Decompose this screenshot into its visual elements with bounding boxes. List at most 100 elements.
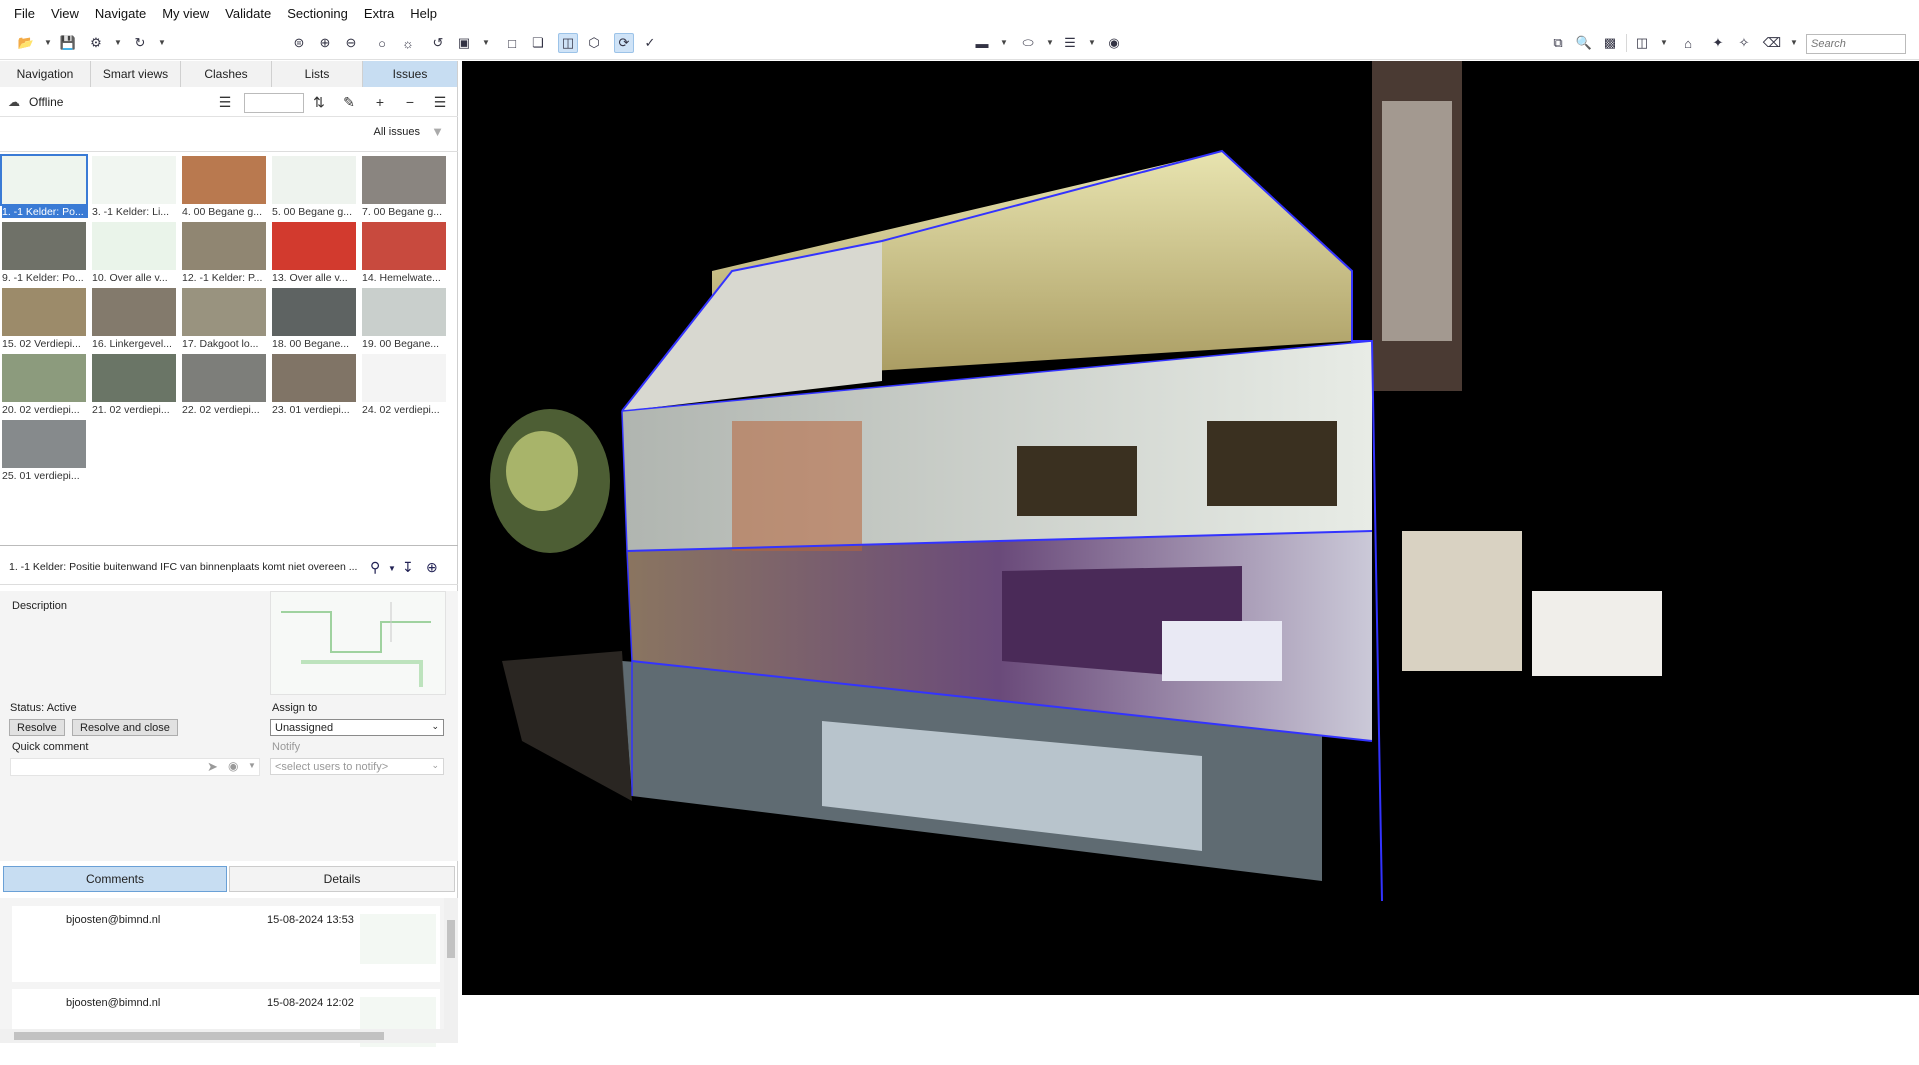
plus-icon[interactable]: + (371, 93, 389, 111)
issue-thumb[interactable]: 14. Hemelwate... (360, 220, 448, 284)
cube-icon[interactable]: ⬡ (584, 33, 604, 53)
menu-extra[interactable]: Extra (364, 6, 394, 21)
list-icon[interactable]: ☰ (216, 93, 234, 111)
camera-icon[interactable]: ◉ (228, 759, 238, 773)
chevron-down-icon[interactable]: ▼ (248, 761, 256, 770)
quick-comment-input[interactable] (10, 758, 260, 776)
camera-view-icon[interactable]: ▣ (454, 33, 474, 53)
copy-box-icon[interactable]: ❏ (528, 33, 548, 53)
save-icon[interactable]: 💾 (58, 33, 78, 53)
open-icon[interactable]: 📂 (16, 33, 36, 53)
issue-thumb[interactable]: 13. Over alle v... (270, 220, 358, 284)
issue-number-input[interactable] (244, 93, 304, 113)
issue-thumb[interactable]: 15. 02 Verdiepi... (0, 286, 88, 350)
sun-icon[interactable]: ☼ (398, 33, 418, 53)
zoom-fit-icon[interactable]: ⊜ (289, 33, 309, 53)
comment-item[interactable]: bjoosten@bimnd.nl 15-08-2024 13:53 (12, 906, 440, 982)
comments-vertical-scrollbar[interactable] (444, 898, 458, 1043)
chevron-down-icon[interactable]: ▼ (1000, 38, 1008, 47)
fullscreen-icon[interactable]: ⧉ (1548, 33, 1568, 53)
undo-icon[interactable]: ↺ (428, 33, 448, 53)
issue-thumb[interactable]: 20. 02 verdiepi... (0, 352, 88, 416)
issue-thumb[interactable]: 9. -1 Kelder: Po... (0, 220, 88, 284)
description-field[interactable] (10, 611, 268, 701)
sort-icon[interactable]: ⇅ (310, 93, 328, 111)
tab-issues[interactable]: Issues (363, 61, 458, 87)
issue-thumb[interactable]: 24. 02 verdiepi... (360, 352, 448, 416)
sync-icon[interactable]: ↻ (130, 33, 150, 53)
markup-icon[interactable]: ✧ (1734, 33, 1754, 53)
pencil-icon[interactable]: ✎ (340, 93, 358, 111)
chevron-down-icon[interactable]: ▼ (388, 564, 396, 573)
rotate-icon[interactable]: ⟳ (614, 33, 634, 53)
issue-thumb[interactable]: 23. 01 verdiepi... (270, 352, 358, 416)
chevron-down-icon[interactable]: ▼ (158, 38, 166, 47)
box-select-icon[interactable]: □ (502, 33, 522, 53)
issue-thumb[interactable]: 17. Dakgoot lo... (180, 286, 268, 350)
chevron-down-icon[interactable]: ▼ (44, 38, 52, 47)
menu-file[interactable]: File (14, 6, 35, 21)
issue-thumb[interactable]: 22. 02 verdiepi... (180, 352, 268, 416)
menu-navigate[interactable]: Navigate (95, 6, 146, 21)
hamburger-icon[interactable]: ☰ (431, 93, 449, 111)
chevron-down-icon[interactable]: ▼ (1046, 38, 1054, 47)
issue-thumb[interactable]: 7. 00 Begane g... (360, 154, 448, 218)
issue-thumb[interactable]: 3. -1 Kelder: Li... (90, 154, 178, 218)
chevron-down-icon[interactable]: ▼ (114, 38, 122, 47)
add-issue-icon[interactable]: ✦ (1708, 33, 1728, 53)
search-input[interactable] (1806, 34, 1906, 54)
resolve-button[interactable]: Resolve (9, 719, 65, 736)
comments-horizontal-scrollbar[interactable] (0, 1029, 444, 1043)
tab-comments[interactable]: Comments (3, 866, 227, 892)
menu-help[interactable]: Help (410, 6, 437, 21)
3d-viewport[interactable] (462, 61, 1919, 995)
zoom-in-icon[interactable]: ⊕ (315, 33, 335, 53)
issue-thumb[interactable]: 19. 00 Begane... (360, 286, 448, 350)
issue-thumb[interactable]: 25. 01 verdiepi... (0, 418, 88, 482)
eraser-icon[interactable]: ⌫ (1762, 33, 1782, 53)
chevron-down-icon[interactable]: ▼ (482, 38, 490, 47)
zoom-selection-icon[interactable]: ▩ (1600, 33, 1620, 53)
menu-view[interactable]: View (51, 6, 79, 21)
search-icon[interactable]: ⚲ (370, 559, 380, 576)
comment-snapshot[interactable] (360, 914, 436, 964)
measure-icon[interactable]: ▬ (972, 33, 992, 53)
panel-icon[interactable]: ◫ (1632, 33, 1652, 53)
comment-item[interactable]: bjoosten@bimnd.nl 15-08-2024 12:02 (12, 989, 440, 1065)
send-icon[interactable]: ➤ (207, 759, 218, 775)
chevron-down-icon[interactable]: ▼ (1088, 38, 1096, 47)
layers-icon[interactable]: ☰ (1060, 33, 1080, 53)
issue-thumb[interactable]: 10. Over alle v... (90, 220, 178, 284)
sort-icon[interactable]: ↧ (402, 559, 414, 576)
connect-icon[interactable]: ⚙ (86, 33, 106, 53)
issue-thumb[interactable]: 5. 00 Begane g... (270, 154, 358, 218)
walk-icon[interactable]: ✓ (640, 33, 660, 53)
tab-smart-views[interactable]: Smart views (91, 61, 181, 87)
issue-thumb[interactable]: 1. -1 Kelder: Po... (0, 154, 88, 218)
issue-snapshot[interactable] (270, 591, 446, 695)
building-section-model[interactable] (462, 61, 1919, 995)
issue-thumb[interactable]: 12. -1 Kelder: P... (180, 220, 268, 284)
notify-select[interactable]: <select users to notify> ⌄ (270, 758, 444, 775)
tab-details[interactable]: Details (229, 866, 455, 892)
menu-validate[interactable]: Validate (225, 6, 271, 21)
circle-icon[interactable]: ○ (372, 33, 392, 53)
menu-sectioning[interactable]: Sectioning (287, 6, 348, 21)
tab-navigation[interactable]: Navigation (0, 61, 91, 87)
chevron-down-icon[interactable]: ▼ (1660, 38, 1668, 47)
issue-thumb[interactable]: 16. Linkergevel... (90, 286, 178, 350)
menu-my-view[interactable]: My view (162, 6, 209, 21)
issue-thumb[interactable]: 4. 00 Begane g... (180, 154, 268, 218)
scrollbar-thumb[interactable] (447, 920, 455, 958)
minus-icon[interactable]: − (401, 93, 419, 111)
assignee-select[interactable]: Unassigned ⌄ (270, 719, 444, 736)
zoom-out-icon[interactable]: ⊖ (341, 33, 361, 53)
ellipse-icon[interactable]: ⬭ (1018, 33, 1038, 53)
section-icon[interactable]: ◫ (558, 33, 578, 53)
chevron-down-icon[interactable]: ▼ (1790, 38, 1798, 47)
search-model-icon[interactable]: 🔍 (1574, 33, 1594, 53)
resolve-and-close-button[interactable]: Resolve and close (72, 719, 178, 736)
scrollbar-thumb[interactable] (14, 1032, 384, 1040)
tab-clashes[interactable]: Clashes (181, 61, 272, 87)
home-icon[interactable]: ⌂ (1678, 33, 1698, 53)
